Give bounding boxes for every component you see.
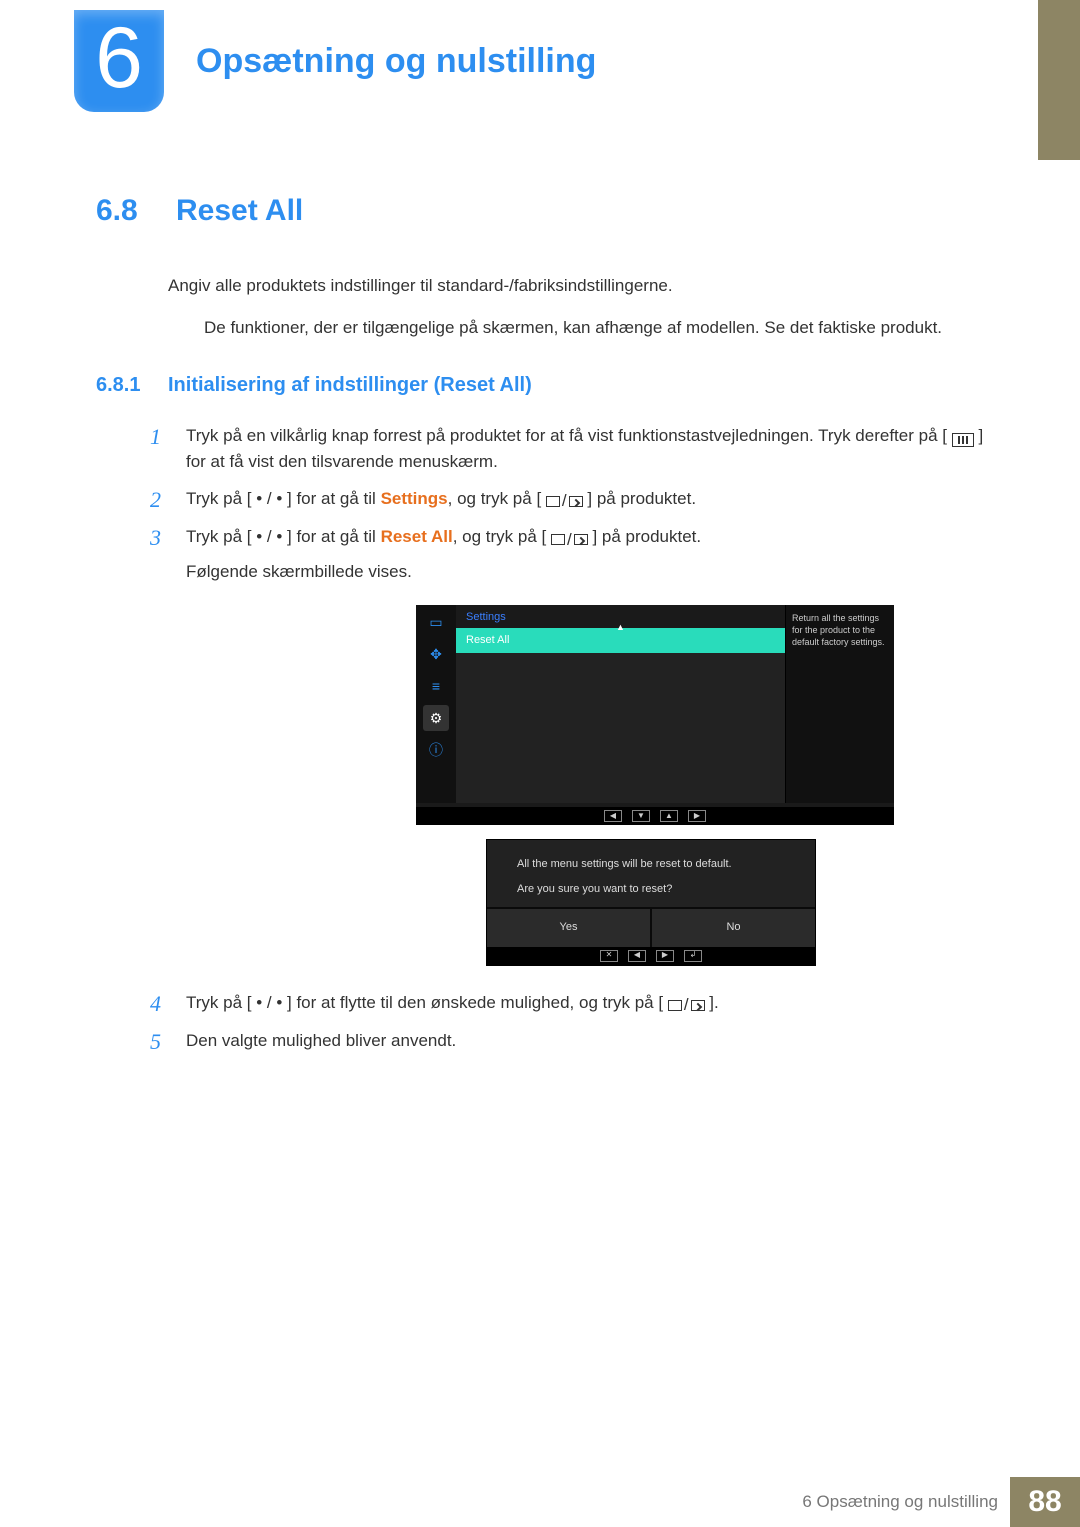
subsection-heading: 6.8.1Initialisering af indstillinger (Re… <box>96 374 996 397</box>
step-text: Tryk på [ • / • ] for at gå til <box>186 489 381 508</box>
step-text: Følgende skærmbillede vises. <box>186 559 996 585</box>
section-number: 6.8 <box>96 194 176 228</box>
chapter-number-tab: 6 <box>74 10 164 112</box>
step-number: 3 <box>150 521 161 555</box>
footer-page-number: 88 <box>1010 1477 1080 1527</box>
osd-reset-dialog: All the menu settings will be reset to d… <box>486 839 816 965</box>
enter-source-icon: / <box>551 527 588 553</box>
highlight-reset-all: Reset All <box>381 527 453 546</box>
dialog-line-1: All the menu settings will be reset to d… <box>517 856 785 873</box>
step-number: 4 <box>150 987 161 1021</box>
nav-right-icon: ▶ <box>688 810 706 822</box>
step-number: 1 <box>150 420 161 454</box>
nav-up-icon: ▲ <box>660 810 678 822</box>
section-heading: 6.8Reset All <box>96 194 996 228</box>
section-title: Reset All <box>176 194 303 227</box>
nav-right-icon: ▶ <box>656 950 674 962</box>
step-text: Tryk på en vilkårlig knap forrest på pro… <box>186 426 947 445</box>
osd-menu-item-reset-all: ▲ Reset All <box>456 628 785 653</box>
dialog-line-2: Are you sure you want to reset? <box>517 881 785 898</box>
info-icon: ⓘ <box>423 737 449 763</box>
step-text: ]. <box>709 993 718 1012</box>
dialog-no-button: No <box>652 909 815 946</box>
step-number: 5 <box>150 1025 161 1059</box>
step-1: 1 Tryk på en vilkårlig knap forrest på p… <box>150 423 996 476</box>
subsection-number: 6.8.1 <box>96 374 168 397</box>
step-text: Tryk på [ • / • ] for at flytte til den … <box>186 993 663 1012</box>
step-text: Tryk på [ • / • ] for at gå til <box>186 527 381 546</box>
top-right-accent <box>1038 0 1080 160</box>
page-footer: 6 Opsætning og nulstilling 88 <box>802 1477 1080 1527</box>
step-3: 3 Tryk på [ • / • ] for at gå til Reset … <box>150 524 996 965</box>
monitor-icon: ▭ <box>423 609 449 635</box>
osd-sidebar: ▭ ✥ ≡ ⚙ ⓘ <box>416 605 456 803</box>
step-4: 4 Tryk på [ • / • ] for at flytte til de… <box>150 990 996 1019</box>
nav-enter-icon: ↲ <box>684 950 702 962</box>
subsection-title: Initialisering af indstillinger (Reset A… <box>168 374 532 396</box>
footer-chapter-number: 6 <box>802 1492 816 1511</box>
chapter-title: Opsætning og nulstilling <box>196 42 596 81</box>
footer-text: 6 Opsætning og nulstilling <box>802 1492 998 1512</box>
enter-source-icon: / <box>668 992 705 1018</box>
footer-chapter-title: Opsætning og nulstilling <box>817 1492 998 1511</box>
section-note: De funktioner, der er tilgængelige på sk… <box>204 318 996 338</box>
osd-settings-menu: ▭ ✥ ≡ ⚙ ⓘ Settings ▲ Reset All <box>416 605 894 825</box>
nav-down-icon: ▼ <box>632 810 650 822</box>
enter-source-icon: / <box>546 488 583 514</box>
osd-nav-bar: ◀ ▼ ▲ ▶ <box>416 807 894 825</box>
osd-dialog-nav: ✕ ◀ ▶ ↲ <box>487 947 815 965</box>
step-text: , og tryk på [ <box>448 489 542 508</box>
gear-icon: ⚙ <box>423 705 449 731</box>
osd-description: Return all the settings for the product … <box>786 605 894 803</box>
nav-left-icon: ◀ <box>628 950 646 962</box>
list-icon: ≡ <box>423 673 449 699</box>
step-text: Den valgte mulighed bliver anvendt. <box>186 1031 456 1050</box>
osd-menu-item-label: Reset All <box>466 634 509 646</box>
section-intro: Angiv alle produktets indstillinger til … <box>168 276 996 296</box>
menu-icon <box>952 433 974 447</box>
step-5: 5 Den valgte mulighed bliver anvendt. <box>150 1028 996 1054</box>
up-arrow-icon: ▲ <box>616 621 625 635</box>
step-text: ] på produktet. <box>592 527 701 546</box>
nav-close-icon: ✕ <box>600 950 618 962</box>
step-number: 2 <box>150 483 161 517</box>
step-text: ] på produktet. <box>587 489 696 508</box>
dialog-yes-button: Yes <box>487 909 652 946</box>
nav-left-icon: ◀ <box>604 810 622 822</box>
highlight-settings: Settings <box>381 489 448 508</box>
move-icon: ✥ <box>423 641 449 667</box>
step-2: 2 Tryk på [ • / • ] for at gå til Settin… <box>150 486 996 515</box>
step-text: , og tryk på [ <box>453 527 547 546</box>
